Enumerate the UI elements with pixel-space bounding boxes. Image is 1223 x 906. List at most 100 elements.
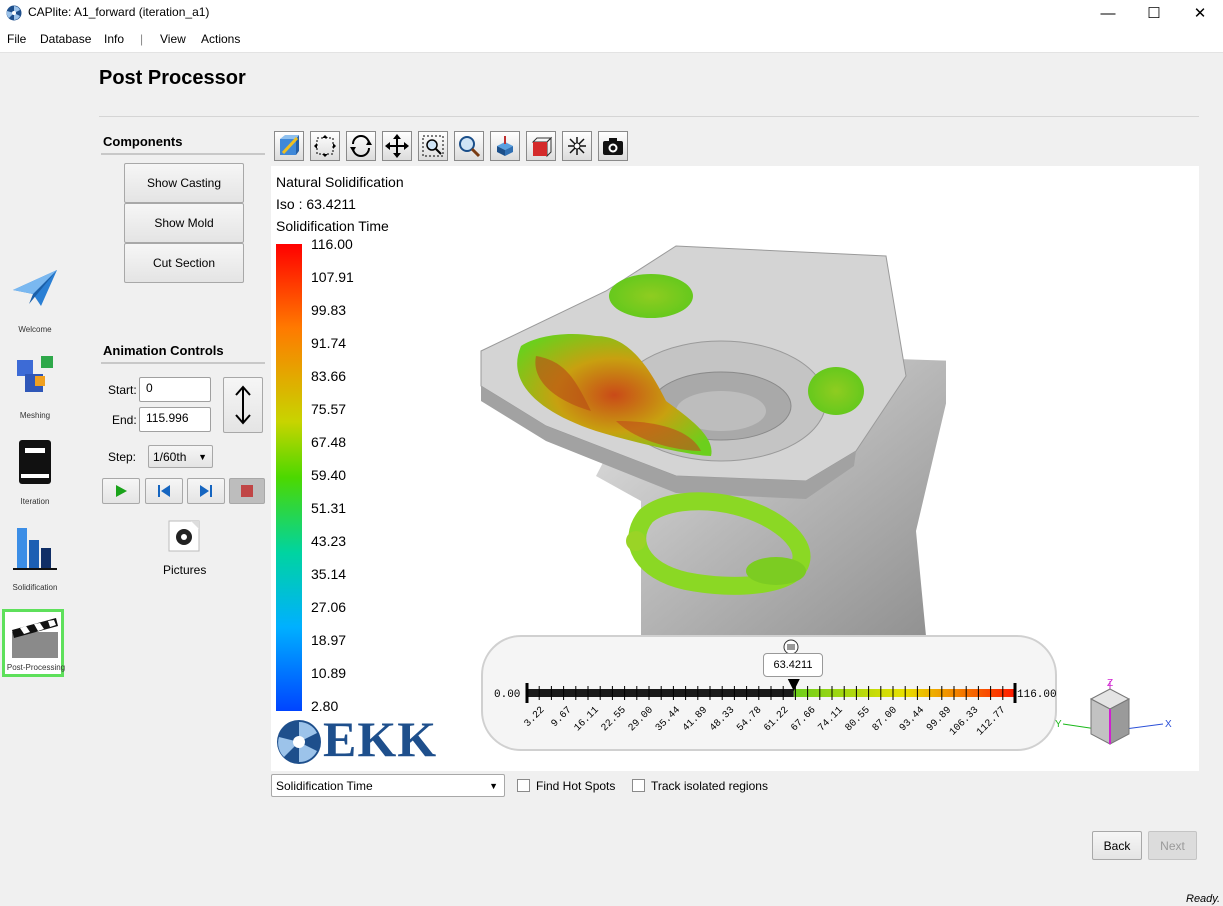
iso-value-label: Iso : 63.4211 (276, 196, 356, 212)
rotate-button[interactable] (346, 131, 376, 161)
step-label: Step: (108, 450, 137, 464)
render-mode-icon (280, 135, 299, 155)
light-burst-icon (568, 137, 586, 155)
color-legend-tick: 59.40 (311, 467, 347, 483)
slider-tick-label: 93.44 (898, 705, 927, 734)
slider-tick-label: 74.11 (817, 705, 846, 734)
field-label: Solidification Time (276, 218, 389, 234)
view-front-button[interactable] (526, 131, 556, 161)
book-icon (19, 440, 51, 484)
show-casting-button[interactable]: Show Casting (124, 163, 244, 203)
nav-welcome[interactable]: Welcome (4, 262, 66, 340)
cubes-icon (17, 356, 53, 392)
nav-label-solidification: Solidification (12, 583, 58, 592)
chevron-down-icon: ▼ (489, 780, 498, 791)
find-hot-spots-checkbox[interactable] (517, 779, 530, 792)
maximize-button[interactable]: ☐ (1131, 0, 1177, 26)
color-legend-tick: 83.66 (311, 368, 347, 384)
color-legend-tick: 51.31 (311, 500, 347, 516)
camera-icon (603, 138, 623, 155)
close-button[interactable]: ✕ (1177, 0, 1223, 26)
slider-tick-label: 41.89 (681, 705, 710, 734)
nav-meshing[interactable]: Meshing (4, 348, 66, 426)
orientation-cube-icon[interactable]: Z X Y (1053, 669, 1173, 759)
color-legend-tick: 116.00 (311, 236, 353, 252)
chevron-down-icon: ▼ (198, 451, 207, 462)
slider-max-label: 116.00 (1017, 689, 1057, 701)
iso-slider-panel: 63.4211 0.00 116.00 3.22 9.67 16.11 22.55 29… (481, 635, 1057, 751)
zoom-button[interactable] (454, 131, 484, 161)
color-legend-tick: 35.14 (311, 566, 347, 582)
slider-tick-label: 48.33 (708, 705, 737, 734)
stop-icon (241, 485, 253, 497)
menu-actions[interactable]: Actions (201, 32, 240, 46)
nav-label-post-processing: Post-Processing (6, 663, 66, 672)
lighting-button[interactable] (562, 131, 592, 161)
iso-slider-track[interactable]: 3.22 9.6716.1122.5529.0035.4441.8948.3354… (523, 677, 1019, 747)
animation-divider (101, 362, 265, 364)
skip-back-icon (158, 485, 170, 497)
menu-view[interactable]: View (160, 32, 186, 46)
minimize-button[interactable]: — (1085, 0, 1131, 26)
field-select-value: Solidification Time (276, 778, 373, 793)
cut-section-button[interactable]: Cut Section (124, 243, 244, 283)
next-button[interactable]: Next (1148, 831, 1197, 860)
pictures-button[interactable] (167, 519, 201, 553)
slider-value-box: 63.4211 (763, 653, 823, 677)
bar-chart-icon (13, 528, 57, 570)
nav-post-processing[interactable]: Post-Processing (2, 609, 66, 677)
step-back-button[interactable] (145, 478, 183, 504)
slider-min-label: 0.00 (494, 689, 521, 701)
end-input[interactable]: 115.996 (139, 407, 211, 432)
slider-tick-label: 112.77 (975, 705, 1008, 738)
track-isolated-checkbox[interactable] (632, 779, 645, 792)
start-input[interactable]: 0 (139, 377, 211, 402)
menu-info[interactable]: Info (104, 32, 124, 46)
window-title: CAPlite: A1_forward (iteration_a1) (28, 5, 210, 19)
menu-file[interactable]: File (7, 32, 26, 46)
animation-controls-heading: Animation Controls (103, 343, 224, 358)
fit-view-button[interactable] (310, 131, 340, 161)
field-select[interactable]: Solidification Time ▼ (271, 774, 505, 797)
paper-plane-icon (13, 270, 57, 306)
step-forward-button[interactable] (187, 478, 225, 504)
nav-label-iteration: Iteration (20, 497, 50, 506)
title-divider (99, 116, 1199, 117)
rotate-icon (350, 135, 372, 157)
zoom-window-button[interactable] (418, 131, 448, 161)
step-select[interactable]: 1/60th ▼ (148, 445, 213, 468)
screenshot-button[interactable] (598, 131, 628, 161)
menu-separator: | (140, 32, 144, 46)
axis-y-label: Y (1055, 719, 1062, 730)
show-mold-button[interactable]: Show Mold (124, 203, 244, 243)
color-legend-bar (276, 244, 302, 711)
clapperboard-icon (12, 618, 58, 658)
status-text: Ready. (1186, 893, 1221, 905)
back-button[interactable]: Back (1092, 831, 1142, 860)
view-iso-button[interactable] (490, 131, 520, 161)
app-logo-icon (6, 5, 22, 21)
swap-range-button[interactable] (223, 377, 263, 433)
nav-solidification[interactable]: Solidification (4, 520, 66, 598)
menu-database[interactable]: Database (40, 32, 91, 46)
ekk-logo-icon (277, 720, 321, 764)
3d-viewport[interactable]: Natural Solidification Iso : 63.4211 Sol… (271, 166, 1199, 771)
slider-tick-label: 80.55 (844, 705, 873, 734)
components-heading: Components (103, 134, 183, 149)
fit-view-icon (314, 135, 336, 157)
axis-x-label: X (1165, 719, 1172, 730)
nav-iteration[interactable]: Iteration (4, 434, 66, 512)
render-mode-button[interactable] (274, 131, 304, 161)
mode-label: Natural Solidification (276, 174, 404, 190)
pan-button[interactable] (382, 131, 412, 161)
track-isolated-label: Track isolated regions (651, 779, 768, 793)
play-button[interactable] (102, 478, 140, 504)
slider-color-portion (793, 689, 1015, 697)
find-hot-spots-label: Find Hot Spots (536, 779, 616, 793)
magnifier-icon (459, 136, 481, 158)
slider-tick-label: 106.33 (948, 705, 981, 738)
slider-filled-portion (527, 689, 794, 697)
slider-tick-label: 16.11 (573, 705, 602, 734)
stop-button[interactable] (229, 478, 265, 504)
ekk-logo-text: EKK (323, 711, 438, 767)
